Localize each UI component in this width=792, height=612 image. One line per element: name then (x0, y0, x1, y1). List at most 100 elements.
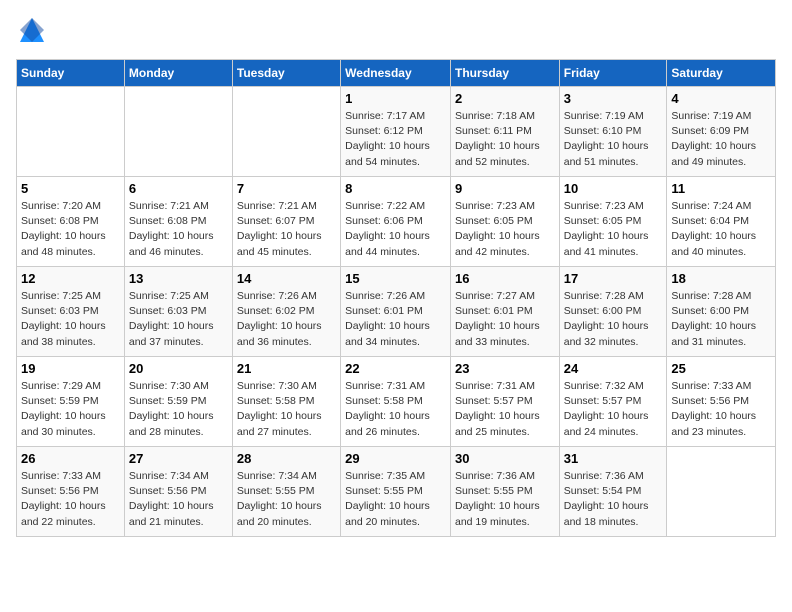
day-info: Sunrise: 7:21 AM Sunset: 6:07 PM Dayligh… (237, 199, 336, 260)
calendar-cell: 30 Sunrise: 7:36 AM Sunset: 5:55 PM Dayli… (450, 447, 559, 537)
calendar-cell: 12 Sunrise: 7:25 AM Sunset: 6:03 PM Dayli… (17, 267, 125, 357)
day-number: 12 (21, 271, 120, 286)
calendar-cell: 28Sunrise: 7:34 AM Sunset: 5:55 PM Dayli… (232, 447, 340, 537)
day-number: 15 (345, 271, 446, 286)
day-info: Sunrise: 7:33 AM Sunset: 5:56 PM Dayligh… (21, 469, 120, 530)
day-number: 24 (564, 361, 663, 376)
page-header (16, 16, 776, 49)
calendar-cell: 3 Sunrise: 7:19 AM Sunset: 6:10 PM Daylig… (559, 87, 667, 177)
day-number: 30 (455, 451, 555, 466)
calendar-week-4: 26 Sunrise: 7:33 AM Sunset: 5:56 PM Dayli… (17, 447, 776, 537)
day-info: Sunrise: 7:19 AM Sunset: 6:09 PM Dayligh… (671, 109, 771, 170)
weekday-header-wednesday: Wednesday (341, 60, 451, 87)
calendar-cell: 19 Sunrise: 7:29 AM Sunset: 5:59 PM Dayli… (17, 357, 125, 447)
day-info: Sunrise: 7:29 AM Sunset: 5:59 PM Dayligh… (21, 379, 120, 440)
day-info: Sunrise: 7:33 AM Sunset: 5:56 PM Dayligh… (671, 379, 771, 440)
day-number: 27 (129, 451, 228, 466)
calendar-week-0: 1 Sunrise: 7:17 AM Sunset: 6:12 PM Daylig… (17, 87, 776, 177)
calendar-week-2: 12 Sunrise: 7:25 AM Sunset: 6:03 PM Dayli… (17, 267, 776, 357)
day-info: Sunrise: 7:18 AM Sunset: 6:11 PM Dayligh… (455, 109, 555, 170)
day-number: 8 (345, 181, 446, 196)
calendar-cell: 22 Sunrise: 7:31 AM Sunset: 5:58 PM Dayli… (341, 357, 451, 447)
weekday-header-sunday: Sunday (17, 60, 125, 87)
calendar-cell: 26 Sunrise: 7:33 AM Sunset: 5:56 PM Dayli… (17, 447, 125, 537)
day-info: Sunrise: 7:19 AM Sunset: 6:10 PM Dayligh… (564, 109, 663, 170)
day-number: 19 (21, 361, 120, 376)
day-info: Sunrise: 7:21 AM Sunset: 6:08 PM Dayligh… (129, 199, 228, 260)
day-info: Sunrise: 7:34 AM Sunset: 5:55 PM Dayligh… (237, 469, 336, 530)
day-info: Sunrise: 7:25 AM Sunset: 6:03 PM Dayligh… (21, 289, 120, 350)
weekday-header-monday: Monday (124, 60, 232, 87)
day-number: 3 (564, 91, 663, 106)
calendar-cell: 4 Sunrise: 7:19 AM Sunset: 6:09 PM Daylig… (667, 87, 776, 177)
logo-icon (18, 16, 46, 44)
weekday-header-thursday: Thursday (450, 60, 559, 87)
calendar-cell (232, 87, 340, 177)
day-number: 1 (345, 91, 446, 106)
day-number: 31 (564, 451, 663, 466)
day-number: 10 (564, 181, 663, 196)
logo (16, 16, 46, 49)
day-info: Sunrise: 7:24 AM Sunset: 6:04 PM Dayligh… (671, 199, 771, 260)
day-info: Sunrise: 7:20 AM Sunset: 6:08 PM Dayligh… (21, 199, 120, 260)
day-number: 23 (455, 361, 555, 376)
weekday-header-saturday: Saturday (667, 60, 776, 87)
calendar-cell: 27 Sunrise: 7:34 AM Sunset: 5:56 PM Dayli… (124, 447, 232, 537)
day-info: Sunrise: 7:31 AM Sunset: 5:58 PM Dayligh… (345, 379, 446, 440)
calendar-cell: 5 Sunrise: 7:20 AM Sunset: 6:08 PM Daylig… (17, 177, 125, 267)
calendar-cell: 14Sunrise: 7:26 AM Sunset: 6:02 PM Dayli… (232, 267, 340, 357)
day-number: 17 (564, 271, 663, 286)
calendar-cell: 15 Sunrise: 7:26 AM Sunset: 6:01 PM Dayli… (341, 267, 451, 357)
day-info: Sunrise: 7:35 AM Sunset: 5:55 PM Dayligh… (345, 469, 446, 530)
day-number: 5 (21, 181, 120, 196)
day-info: Sunrise: 7:22 AM Sunset: 6:06 PM Dayligh… (345, 199, 446, 260)
day-info: Sunrise: 7:30 AM Sunset: 5:58 PM Dayligh… (237, 379, 336, 440)
day-info: Sunrise: 7:28 AM Sunset: 6:00 PM Dayligh… (564, 289, 663, 350)
day-number: 11 (671, 181, 771, 196)
day-info: Sunrise: 7:34 AM Sunset: 5:56 PM Dayligh… (129, 469, 228, 530)
calendar-cell: 24 Sunrise: 7:32 AM Sunset: 5:57 PM Dayli… (559, 357, 667, 447)
day-number: 29 (345, 451, 446, 466)
logo-text (16, 16, 46, 49)
weekday-header-friday: Friday (559, 60, 667, 87)
day-info: Sunrise: 7:31 AM Sunset: 5:57 PM Dayligh… (455, 379, 555, 440)
calendar-cell: 2 Sunrise: 7:18 AM Sunset: 6:11 PM Daylig… (450, 87, 559, 177)
day-info: Sunrise: 7:17 AM Sunset: 6:12 PM Dayligh… (345, 109, 446, 170)
day-number: 4 (671, 91, 771, 106)
calendar-week-1: 5 Sunrise: 7:20 AM Sunset: 6:08 PM Daylig… (17, 177, 776, 267)
day-number: 21 (237, 361, 336, 376)
day-info: Sunrise: 7:23 AM Sunset: 6:05 PM Dayligh… (564, 199, 663, 260)
weekday-header-row: SundayMondayTuesdayWednesdayThursdayFrid… (17, 60, 776, 87)
day-number: 14 (237, 271, 336, 286)
day-info: Sunrise: 7:26 AM Sunset: 6:01 PM Dayligh… (345, 289, 446, 350)
day-number: 20 (129, 361, 228, 376)
day-number: 22 (345, 361, 446, 376)
calendar-cell (124, 87, 232, 177)
calendar-table: SundayMondayTuesdayWednesdayThursdayFrid… (16, 59, 776, 537)
calendar-cell: 31Sunrise: 7:36 AM Sunset: 5:54 PM Dayli… (559, 447, 667, 537)
calendar-cell: 23 Sunrise: 7:31 AM Sunset: 5:57 PM Dayli… (450, 357, 559, 447)
day-info: Sunrise: 7:25 AM Sunset: 6:03 PM Dayligh… (129, 289, 228, 350)
calendar-cell: 1 Sunrise: 7:17 AM Sunset: 6:12 PM Daylig… (341, 87, 451, 177)
day-number: 26 (21, 451, 120, 466)
day-number: 18 (671, 271, 771, 286)
calendar-cell: 6Sunrise: 7:21 AM Sunset: 6:08 PM Daylig… (124, 177, 232, 267)
day-info: Sunrise: 7:28 AM Sunset: 6:00 PM Dayligh… (671, 289, 771, 350)
day-info: Sunrise: 7:32 AM Sunset: 5:57 PM Dayligh… (564, 379, 663, 440)
calendar-cell: 16Sunrise: 7:27 AM Sunset: 6:01 PM Dayli… (450, 267, 559, 357)
day-info: Sunrise: 7:36 AM Sunset: 5:55 PM Dayligh… (455, 469, 555, 530)
calendar-cell: 11 Sunrise: 7:24 AM Sunset: 6:04 PM Dayli… (667, 177, 776, 267)
calendar-body: 1 Sunrise: 7:17 AM Sunset: 6:12 PM Daylig… (17, 87, 776, 537)
calendar-cell: 8 Sunrise: 7:22 AM Sunset: 6:06 PM Daylig… (341, 177, 451, 267)
calendar-cell: 17 Sunrise: 7:28 AM Sunset: 6:00 PM Dayli… (559, 267, 667, 357)
calendar-cell: 9Sunrise: 7:23 AM Sunset: 6:05 PM Daylig… (450, 177, 559, 267)
day-number: 25 (671, 361, 771, 376)
calendar-cell: 20 Sunrise: 7:30 AM Sunset: 5:59 PM Dayli… (124, 357, 232, 447)
day-number: 2 (455, 91, 555, 106)
calendar-cell: 21 Sunrise: 7:30 AM Sunset: 5:58 PM Dayli… (232, 357, 340, 447)
day-number: 9 (455, 181, 555, 196)
day-number: 13 (129, 271, 228, 286)
day-info: Sunrise: 7:30 AM Sunset: 5:59 PM Dayligh… (129, 379, 228, 440)
calendar-cell: 10 Sunrise: 7:23 AM Sunset: 6:05 PM Dayli… (559, 177, 667, 267)
calendar-cell: 18 Sunrise: 7:28 AM Sunset: 6:00 PM Dayli… (667, 267, 776, 357)
